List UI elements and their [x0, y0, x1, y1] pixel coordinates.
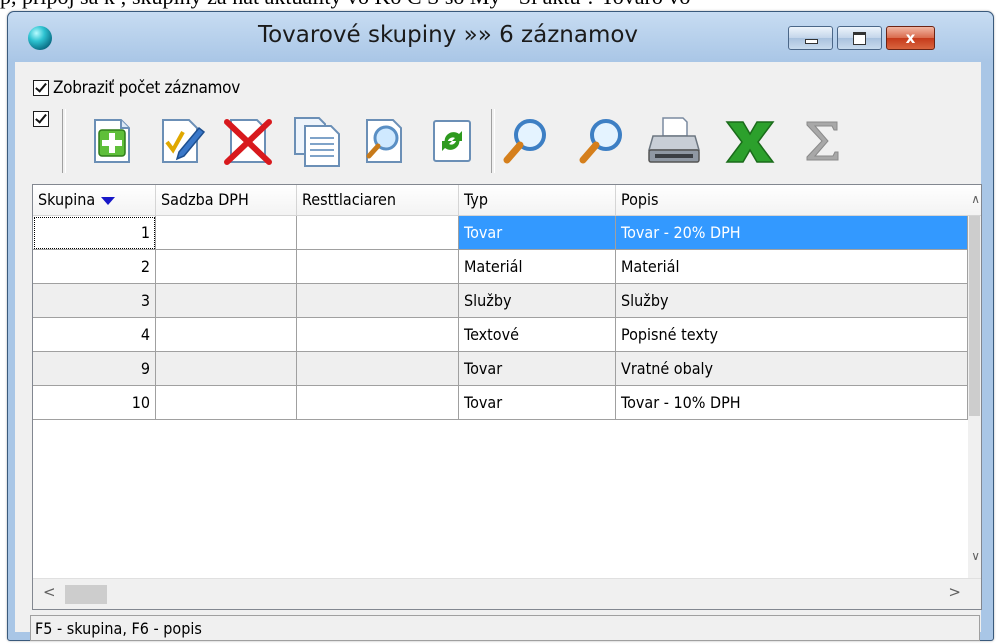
cell-skupina[interactable]: 9	[33, 352, 156, 386]
cell-resttlaciaren[interactable]	[297, 250, 459, 284]
minimize-button[interactable]	[788, 26, 833, 50]
preview-icon	[366, 119, 402, 163]
cell-popis[interactable]: Služby	[616, 284, 968, 318]
cell-skupina[interactable]: 2	[33, 250, 156, 284]
edit-button[interactable]	[153, 114, 207, 168]
options-checkbox[interactable]	[33, 111, 49, 127]
cell-typ[interactable]: Textové	[459, 318, 616, 352]
minimize-icon	[805, 39, 818, 44]
preview-button[interactable]	[357, 114, 411, 168]
cell-resttlaciaren[interactable]	[297, 386, 459, 420]
search-next-icon	[579, 119, 622, 164]
column-header-resttlaciaren[interactable]: Resttlaciaren	[297, 185, 459, 215]
cell-skupina[interactable]: 3	[33, 284, 156, 318]
scroll-left-icon[interactable]: <	[43, 583, 56, 601]
table-row[interactable]: 3 Služby Služby	[33, 284, 968, 318]
scroll-right-icon[interactable]: >	[948, 583, 961, 601]
scroll-up-icon[interactable]: ∧	[971, 192, 980, 206]
refresh-icon	[433, 120, 471, 162]
cell-sadzba-dph[interactable]	[156, 386, 297, 420]
cell-typ[interactable]: Materiál	[459, 250, 616, 284]
scroll-down-icon[interactable]: ∨	[971, 549, 980, 563]
cell-resttlaciaren[interactable]	[297, 352, 459, 386]
column-header-label: Skupina	[38, 190, 96, 209]
maximize-icon	[853, 32, 866, 45]
cell-skupina[interactable]: 4	[33, 318, 156, 352]
cell-resttlaciaren[interactable]	[297, 284, 459, 318]
column-header-skupina[interactable]: Skupina	[33, 185, 156, 215]
column-header-typ[interactable]: Typ	[459, 185, 616, 215]
grid-header: Skupina Sadzba DPH Resttlaciaren Typ Pop…	[33, 185, 981, 216]
cell-typ[interactable]: Tovar	[459, 386, 616, 420]
show-count-checkbox[interactable]	[33, 80, 49, 96]
table-row[interactable]: 10 Tovar Tovar - 10% DPH	[33, 386, 968, 420]
cell-sadzba-dph[interactable]	[156, 250, 297, 284]
search-next-button[interactable]	[575, 114, 629, 168]
delete-button[interactable]	[221, 114, 275, 168]
cell-typ[interactable]: Tovar	[459, 216, 616, 250]
sort-descending-icon	[101, 196, 116, 205]
cell-sadzba-dph[interactable]	[156, 284, 297, 318]
sum-icon	[806, 121, 839, 161]
horizontal-scroll-thumb[interactable]	[65, 585, 107, 604]
delete-icon	[224, 119, 272, 165]
cell-popis[interactable]: Tovar - 10% DPH	[616, 386, 968, 420]
cell-skupina[interactable]: 10	[33, 386, 156, 420]
window-title: Tovarové skupiny »» 6 záznamov	[257, 22, 639, 48]
cell-typ[interactable]: Tovar	[459, 352, 616, 386]
cell-popis[interactable]: Popisné texty	[616, 318, 968, 352]
copy-icon	[294, 117, 340, 167]
table-row[interactable]: 9 Tovar Vratné obaly	[33, 352, 968, 386]
add-icon	[94, 119, 130, 163]
edit-icon	[162, 119, 206, 163]
window-client-area: Zobraziť počet záznamov Skupina Sadzba D…	[15, 62, 982, 641]
table-row[interactable]: 2 Materiál Materiál	[33, 250, 968, 284]
cell-popis[interactable]: Materiál	[616, 250, 968, 284]
cell-sadzba-dph[interactable]	[156, 352, 297, 386]
maximize-button[interactable]	[837, 26, 882, 50]
excel-export-button[interactable]	[723, 114, 777, 168]
cell-sadzba-dph[interactable]	[156, 216, 297, 250]
status-bar: F5 - skupina, F6 - popis	[30, 615, 980, 641]
add-button[interactable]	[85, 114, 139, 168]
close-button[interactable]: x	[886, 26, 935, 50]
cell-sadzba-dph[interactable]	[156, 318, 297, 352]
window: Tovarové skupiny »» 6 záznamov x Zobrazi…	[7, 11, 994, 641]
table-row[interactable]: 4 Textové Popisné texty	[33, 318, 968, 352]
vertical-scrollbar[interactable]: ∧ ∨	[968, 192, 981, 578]
title-bar[interactable]: Tovarové skupiny »» 6 záznamov x	[8, 12, 993, 62]
print-button[interactable]	[647, 114, 701, 168]
vertical-scroll-thumb[interactable]	[969, 216, 980, 416]
show-count-label: Zobraziť počet záznamov	[53, 78, 240, 98]
cell-resttlaciaren[interactable]	[297, 318, 459, 352]
search-button[interactable]	[499, 114, 553, 168]
refresh-button[interactable]	[425, 114, 479, 168]
cell-typ[interactable]: Služby	[459, 284, 616, 318]
excel-icon	[725, 121, 775, 163]
column-header-popis[interactable]: Popis	[616, 185, 968, 215]
column-header-sadzba-dph[interactable]: Sadzba DPH	[156, 185, 297, 215]
search-icon	[503, 119, 546, 164]
cell-skupina[interactable]: 1	[33, 216, 156, 250]
table-row[interactable]: 1 Tovar Tovar - 20% DPH	[33, 216, 968, 250]
data-grid[interactable]: Skupina Sadzba DPH Resttlaciaren Typ Pop…	[32, 184, 982, 610]
horizontal-scrollbar[interactable]: < >	[33, 578, 981, 609]
cell-popis[interactable]: Tovar - 20% DPH	[616, 216, 968, 250]
cell-popis[interactable]: Vratné obaly	[616, 352, 968, 386]
print-icon	[648, 117, 700, 163]
cell-resttlaciaren[interactable]	[297, 216, 459, 250]
close-icon: x	[905, 29, 916, 47]
sum-button[interactable]	[795, 114, 849, 168]
toolbar-separator-2	[491, 109, 495, 173]
toolbar-separator	[62, 109, 66, 173]
copy-button[interactable]	[289, 114, 343, 168]
